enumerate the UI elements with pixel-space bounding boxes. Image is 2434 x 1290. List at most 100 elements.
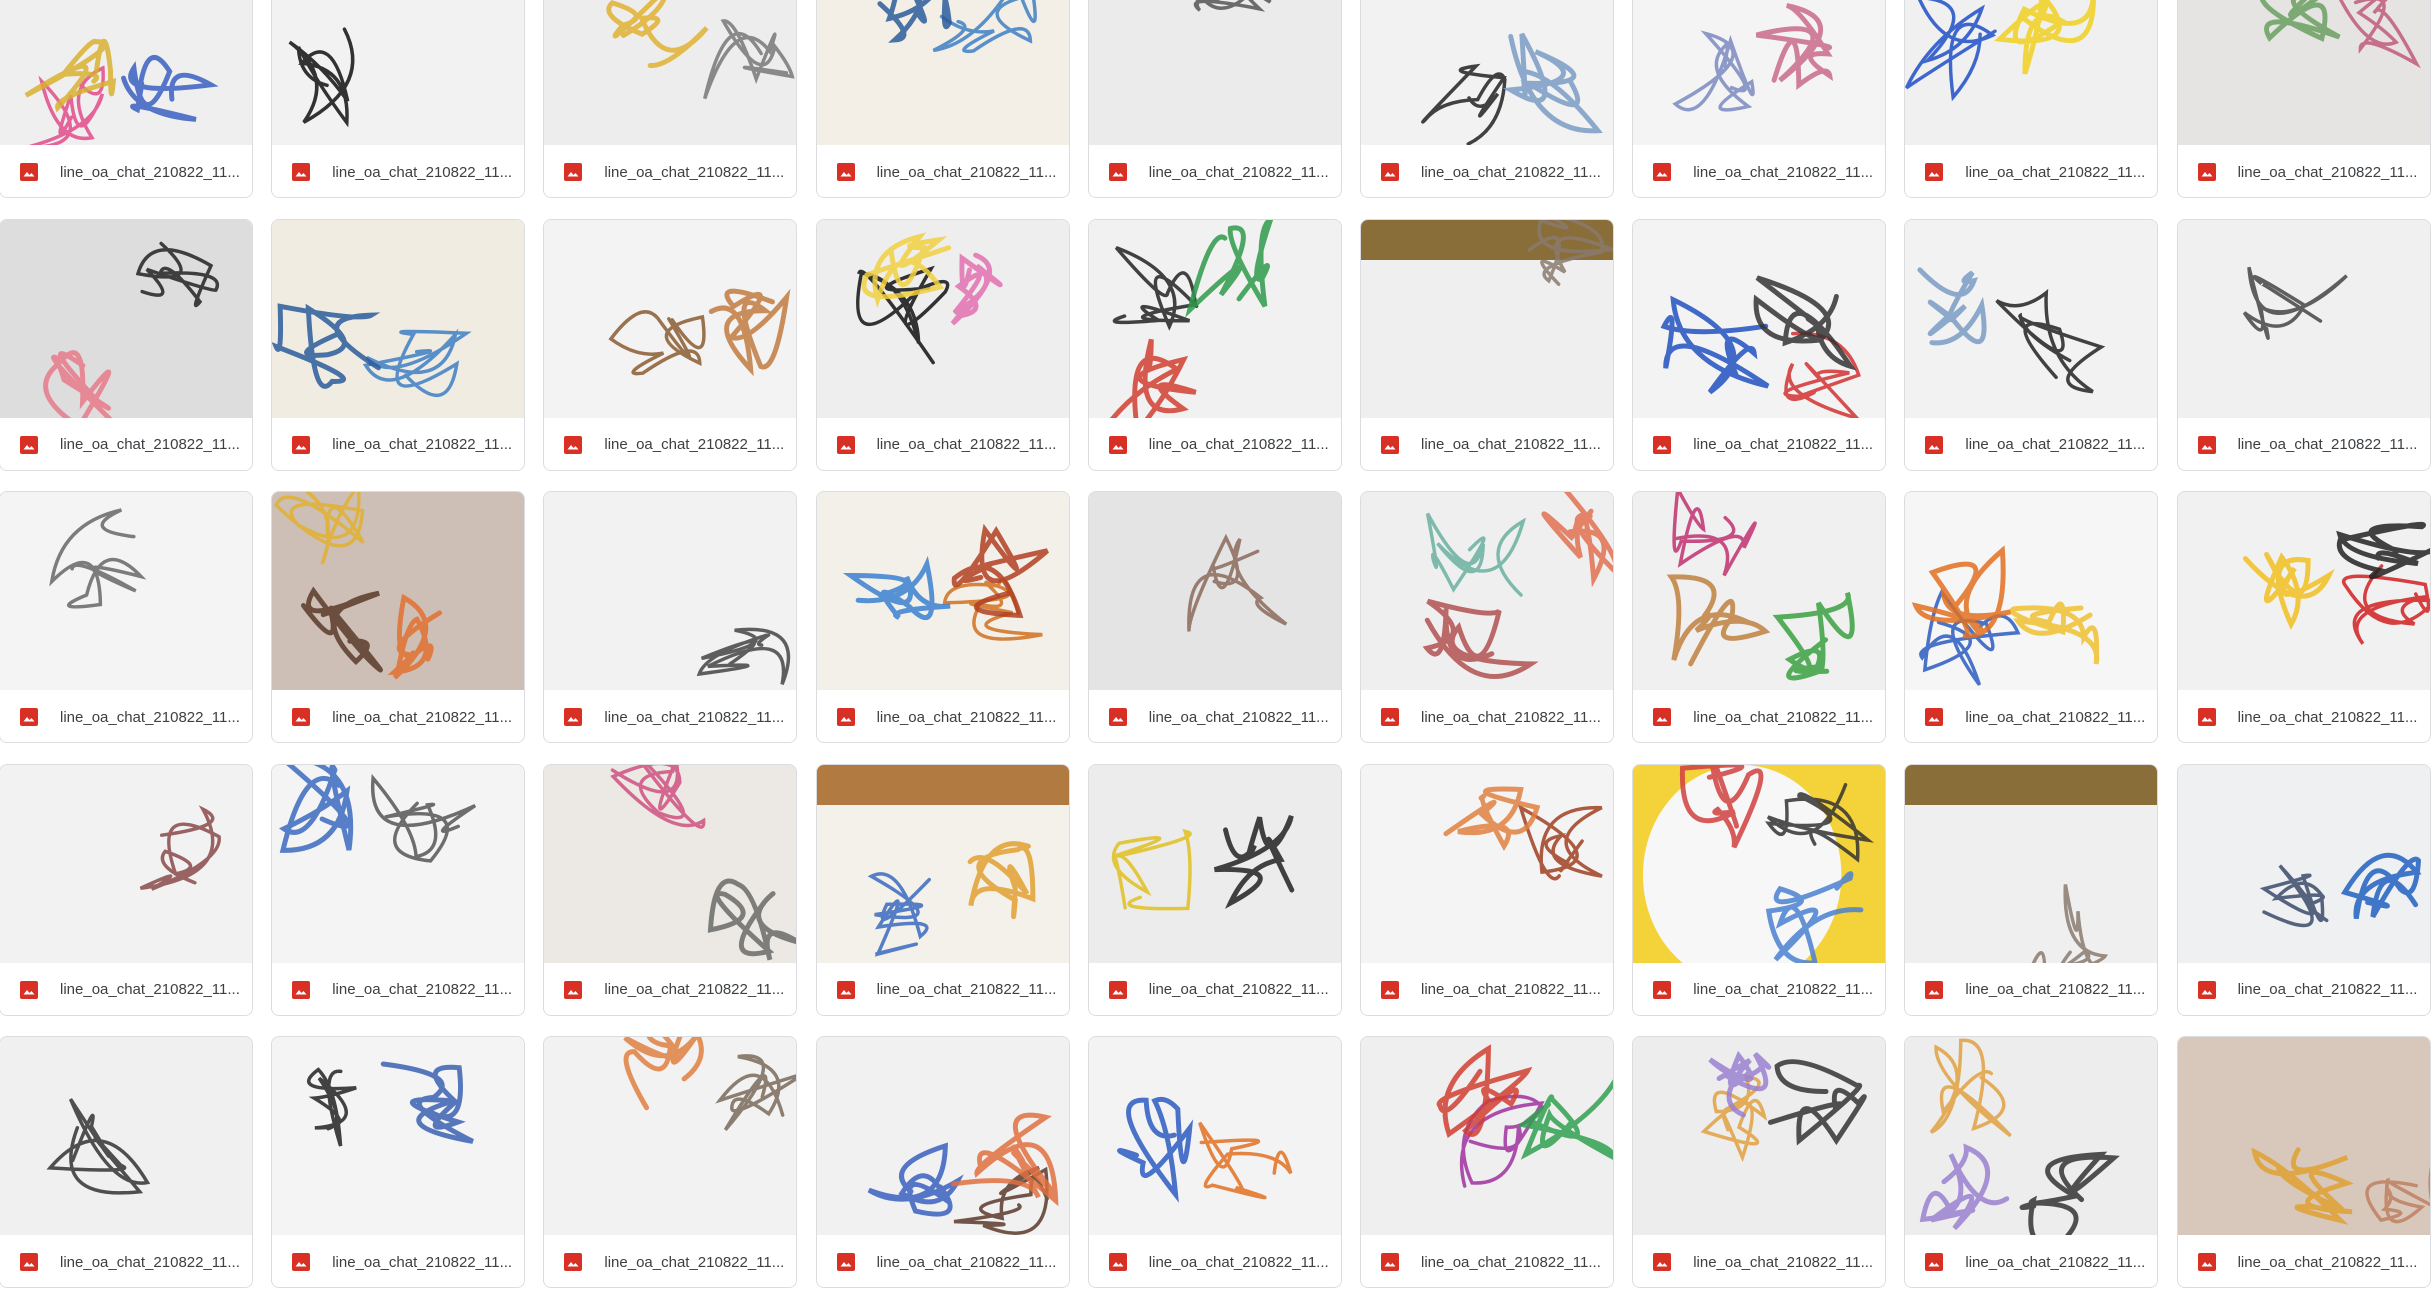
file-tile[interactable]: line_oa_chat_210822_11... — [0, 491, 253, 743]
file-tile[interactable]: line_oa_chat_210822_11... — [1087, 491, 1342, 743]
file-thumbnail[interactable] — [1633, 219, 1886, 418]
file-thumbnail[interactable] — [1905, 764, 2158, 963]
file-thumbnail[interactable] — [544, 764, 797, 963]
file-thumbnail[interactable] — [1361, 764, 1613, 963]
file-tile[interactable]: line_oa_chat_210822_11... — [1904, 0, 2159, 198]
file-thumbnail[interactable] — [1361, 219, 1613, 418]
file-tile[interactable]: line_oa_chat_210822_11... — [1087, 1036, 1342, 1288]
file-tile[interactable]: line_oa_chat_210822_11... — [1087, 218, 1342, 471]
file-thumbnail[interactable] — [1361, 1037, 1613, 1235]
file-thumbnail[interactable] — [1088, 219, 1341, 418]
file-thumbnail[interactable] — [2177, 492, 2430, 690]
file-tile[interactable]: line_oa_chat_210822_11... — [0, 0, 253, 198]
file-tile[interactable]: line_oa_chat_210822_11... — [1632, 218, 1887, 471]
file-thumbnail[interactable] — [1088, 1037, 1341, 1235]
file-tile[interactable]: line_oa_chat_210822_11... — [543, 763, 798, 1016]
drawing-thumbnail — [1633, 1037, 1886, 1235]
file-info-bar: line_oa_chat_210822_11... — [1905, 417, 2158, 470]
file-thumbnail[interactable] — [816, 492, 1069, 690]
file-thumbnail[interactable] — [1905, 0, 2158, 145]
file-tile[interactable]: line_oa_chat_210822_11... — [271, 218, 526, 471]
file-tile[interactable]: line_oa_chat_210822_11... — [815, 0, 1070, 198]
file-tile[interactable]: line_oa_chat_210822_11... — [1904, 491, 2159, 743]
file-tile[interactable]: line_oa_chat_210822_11... — [271, 491, 526, 743]
file-tile[interactable]: line_oa_chat_210822_11... — [2176, 491, 2431, 743]
file-tile[interactable]: line_oa_chat_210822_11... — [815, 763, 1070, 1016]
file-name: line_oa_chat_210822_11... — [1965, 708, 2146, 726]
file-thumbnail[interactable] — [272, 219, 525, 418]
file-tile[interactable]: line_oa_chat_210822_11... — [543, 218, 798, 471]
file-thumbnail[interactable] — [544, 492, 797, 690]
file-tile[interactable]: line_oa_chat_210822_11... — [543, 0, 798, 198]
file-tile[interactable]: line_oa_chat_210822_11... — [1360, 763, 1614, 1016]
file-tile[interactable]: line_oa_chat_210822_11... — [0, 218, 253, 471]
file-tile[interactable]: line_oa_chat_210822_11... — [1904, 218, 2159, 471]
file-thumbnail[interactable] — [2177, 219, 2430, 418]
file-thumbnail[interactable] — [816, 219, 1069, 418]
file-thumbnail[interactable] — [1088, 0, 1341, 145]
file-thumbnail[interactable] — [1905, 219, 2158, 418]
file-name: line_oa_chat_210822_11... — [1421, 163, 1601, 181]
file-tile[interactable]: line_oa_chat_210822_11... — [815, 1036, 1070, 1288]
file-thumbnail[interactable] — [1361, 0, 1613, 145]
file-tile[interactable]: line_oa_chat_210822_11... — [1904, 763, 2159, 1016]
file-thumbnail[interactable] — [2177, 764, 2430, 963]
file-thumbnail[interactable] — [0, 0, 252, 145]
file-tile[interactable]: line_oa_chat_210822_11... — [271, 0, 526, 198]
file-tile[interactable]: line_oa_chat_210822_11... — [1360, 1036, 1614, 1288]
file-name: line_oa_chat_210822_11... — [1421, 1253, 1601, 1271]
file-tile[interactable]: line_oa_chat_210822_11... — [0, 763, 253, 1016]
file-thumbnail[interactable] — [0, 1037, 252, 1235]
file-thumbnail[interactable] — [2177, 1037, 2430, 1235]
file-thumbnail[interactable] — [1088, 492, 1341, 690]
file-thumbnail[interactable] — [544, 0, 797, 145]
file-thumbnail[interactable] — [1633, 764, 1886, 963]
file-tile[interactable]: line_oa_chat_210822_11... — [271, 1036, 526, 1288]
file-thumbnail[interactable] — [0, 492, 252, 690]
file-tile[interactable]: line_oa_chat_210822_11... — [815, 491, 1070, 743]
file-tile[interactable]: line_oa_chat_210822_11... — [1632, 1036, 1887, 1288]
file-tile[interactable]: line_oa_chat_210822_11... — [2176, 218, 2431, 471]
file-thumbnail[interactable] — [1905, 492, 2158, 690]
file-thumbnail[interactable] — [272, 0, 525, 145]
file-thumbnail[interactable] — [544, 1037, 797, 1235]
file-tile[interactable]: line_oa_chat_210822_11... — [2176, 1036, 2431, 1288]
file-thumbnail[interactable] — [2177, 0, 2430, 145]
file-tile[interactable]: line_oa_chat_210822_11... — [1904, 1036, 2159, 1288]
file-thumbnail[interactable] — [816, 1037, 1069, 1235]
file-tile[interactable]: line_oa_chat_210822_11... — [1632, 491, 1887, 743]
file-tile[interactable]: line_oa_chat_210822_11... — [1360, 218, 1614, 471]
file-thumbnail[interactable] — [816, 764, 1069, 963]
file-thumbnail[interactable] — [1905, 1037, 2158, 1235]
file-thumbnail[interactable] — [272, 764, 525, 963]
file-thumbnail[interactable] — [1633, 0, 1886, 145]
file-tile[interactable]: line_oa_chat_210822_11... — [1087, 763, 1342, 1016]
drawing-thumbnail — [2177, 764, 2430, 963]
file-tile[interactable]: line_oa_chat_210822_11... — [0, 1036, 253, 1288]
file-tile[interactable]: line_oa_chat_210822_11... — [1632, 0, 1887, 198]
file-thumbnail[interactable] — [1633, 492, 1886, 690]
drawing-thumbnail — [1088, 764, 1341, 963]
file-tile[interactable]: line_oa_chat_210822_11... — [271, 763, 526, 1016]
file-tile[interactable]: line_oa_chat_210822_11... — [2176, 0, 2431, 198]
drawing-thumbnail — [1633, 0, 1886, 145]
file-tile[interactable]: line_oa_chat_210822_11... — [2176, 763, 2431, 1016]
file-tile[interactable]: line_oa_chat_210822_11... — [1360, 491, 1614, 743]
file-name: line_oa_chat_210822_11... — [876, 1253, 1057, 1271]
file-tile[interactable]: line_oa_chat_210822_11... — [543, 491, 798, 743]
file-tile[interactable]: line_oa_chat_210822_11... — [1087, 0, 1342, 198]
file-thumbnail[interactable] — [272, 492, 525, 690]
file-tile[interactable]: line_oa_chat_210822_11... — [815, 218, 1070, 471]
file-thumbnail[interactable] — [544, 219, 797, 418]
file-thumbnail[interactable] — [272, 1037, 525, 1235]
file-thumbnail[interactable] — [1088, 764, 1341, 963]
file-info-bar: line_oa_chat_210822_11... — [816, 1235, 1069, 1287]
file-thumbnail[interactable] — [1361, 492, 1613, 690]
file-tile[interactable]: line_oa_chat_210822_11... — [543, 1036, 798, 1288]
file-thumbnail[interactable] — [0, 219, 252, 418]
file-thumbnail[interactable] — [816, 0, 1069, 145]
file-tile[interactable]: line_oa_chat_210822_11... — [1360, 0, 1614, 198]
file-thumbnail[interactable] — [1633, 1037, 1886, 1235]
file-tile[interactable]: line_oa_chat_210822_11... — [1632, 763, 1887, 1016]
file-thumbnail[interactable] — [0, 764, 252, 963]
